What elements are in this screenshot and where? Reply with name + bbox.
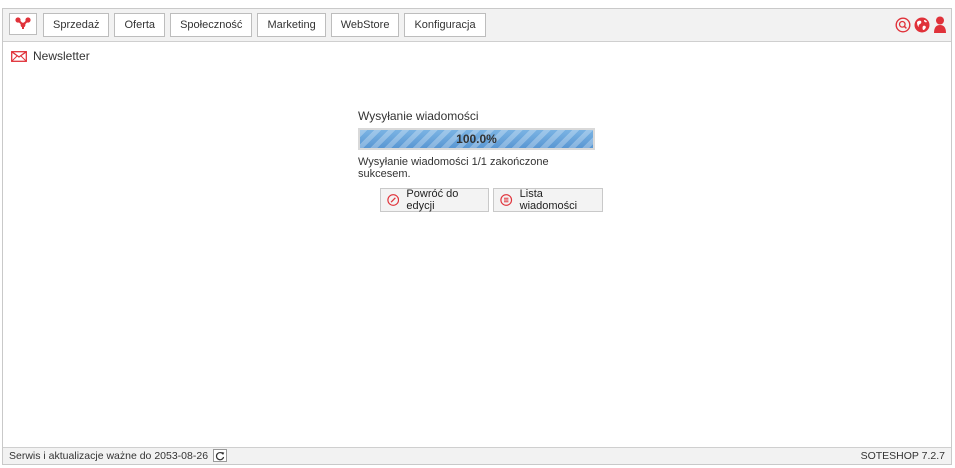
home-logo-button[interactable] [9, 13, 37, 35]
edit-icon [387, 194, 400, 206]
back-to-edit-label: Powróć do edycji [406, 188, 459, 212]
sending-title: Wysyłanie wiadomości [358, 109, 479, 123]
list-icon [500, 194, 513, 206]
menu-marketing[interactable]: Marketing [257, 13, 326, 37]
message-list-button[interactable]: Lista wiadomości [493, 188, 603, 212]
refresh-icon [215, 451, 225, 460]
menu-spolecznosc[interactable]: Społeczność [170, 13, 253, 37]
globe-icon[interactable] [914, 17, 930, 33]
status-footer: Serwis i aktualizacje ważne do 2053-08-2… [3, 447, 951, 464]
menu-konfiguracja[interactable]: Konfiguracja [404, 13, 486, 37]
top-navigation: Sprzedaż Oferta Społeczność Marketing We… [3, 9, 951, 42]
version-label: SOTESHOP 7.2.7 [860, 450, 945, 462]
main-menu: Sprzedaż Oferta Społeczność Marketing We… [43, 13, 486, 37]
search-icon[interactable] [895, 16, 911, 33]
menu-webstore[interactable]: WebStore [330, 13, 400, 37]
menu-sprzedaz[interactable]: Sprzedaż [43, 13, 110, 37]
status-message: Wysyłanie wiadomości 1/1 zakończone sukc… [358, 156, 549, 180]
back-to-edit-button[interactable]: Powróć do edycji [380, 188, 490, 212]
action-buttons: Powróć do edycji Lista wiadomości [380, 188, 603, 212]
app-window: Sprzedaż Oferta Społeczność Marketing We… [2, 8, 952, 465]
user-icon[interactable] [933, 16, 947, 33]
menu-oferta[interactable]: Oferta [114, 13, 166, 37]
progress-label: 100.0% [456, 132, 497, 146]
sending-panel: Wysyłanie wiadomości 100.0% Wysyłanie wi… [358, 109, 603, 212]
page-title-text: Newsletter [33, 49, 90, 63]
service-validity-text: Serwis i aktualizacje ważne do 2053-08-2… [9, 449, 209, 462]
footer-left: Serwis i aktualizacje ważne do 2053-08-2… [9, 449, 228, 462]
progress-bar: 100.0% [358, 128, 595, 150]
envelope-icon [11, 50, 27, 62]
page-title: Newsletter [11, 49, 90, 63]
share-nodes-icon [15, 17, 31, 29]
refresh-button[interactable] [213, 449, 228, 462]
top-right-icons [895, 16, 947, 33]
message-list-label: Lista wiadomości [519, 188, 578, 212]
